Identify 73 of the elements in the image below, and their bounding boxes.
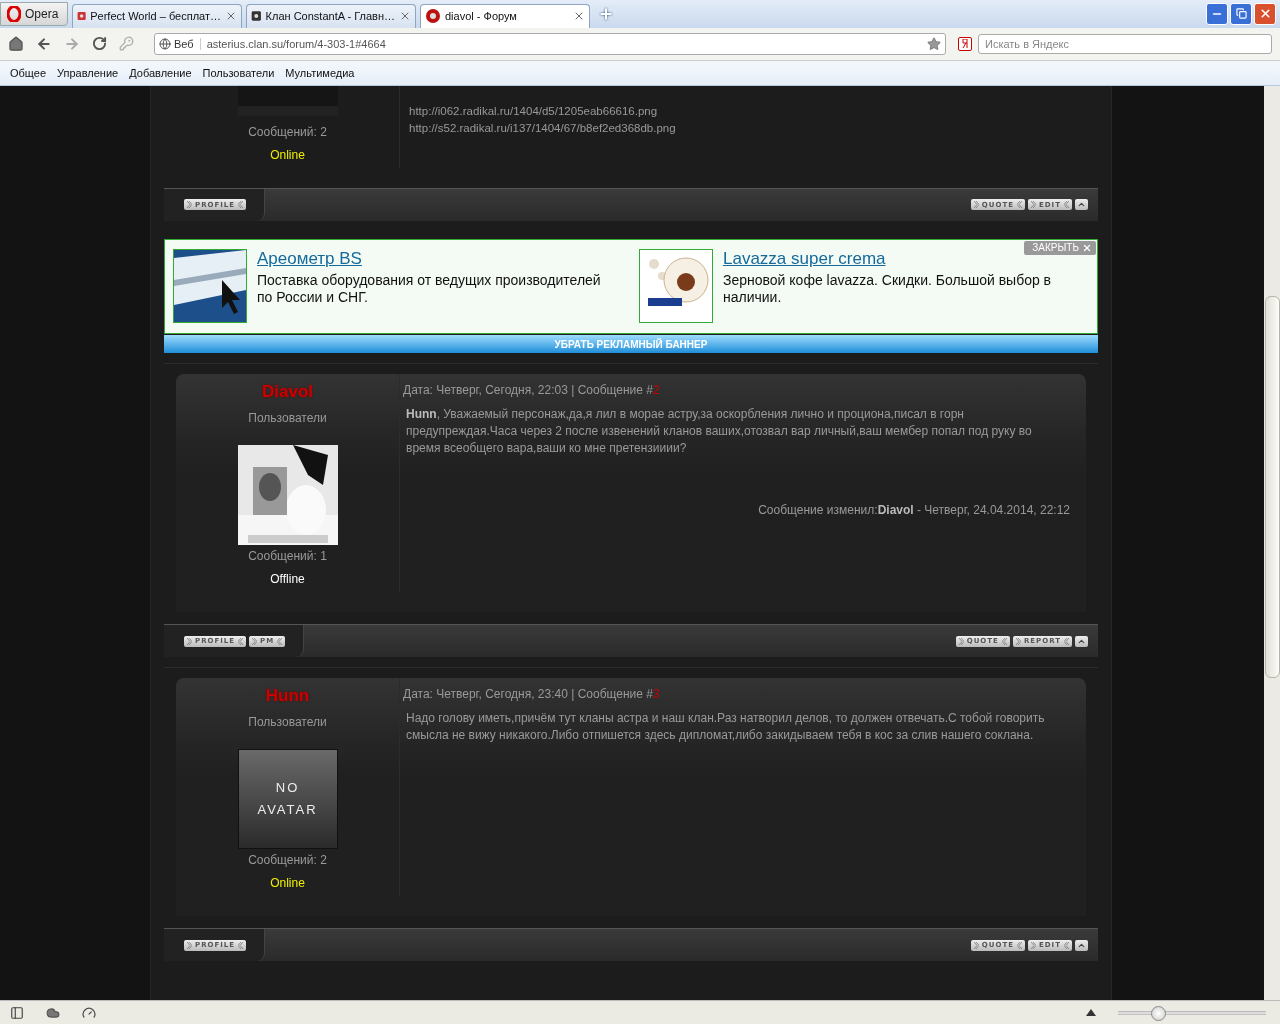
message-count: Сообщений: 2 xyxy=(248,853,327,868)
no-avatar-label: NO AVATAR xyxy=(256,779,319,820)
close-icon xyxy=(1082,242,1092,253)
scroll-top-button[interactable] xyxy=(1075,635,1088,647)
chevrons-left-icon xyxy=(1064,637,1069,645)
chevrons-right-icon xyxy=(973,201,979,209)
chevrons-right-icon xyxy=(187,201,192,209)
address-field[interactable]: Веб asterius.clan.su/forum/4-303-1#4664 xyxy=(154,32,946,55)
restore-icon[interactable] xyxy=(1230,3,1252,25)
chevrons-left-icon xyxy=(277,637,283,645)
panel-icon[interactable] xyxy=(10,1005,24,1020)
image-link[interactable]: http://s52.radikal.ru/i137/1404/67/b8ef2ed368db.png xyxy=(409,119,1086,137)
post-date: Дата: Четверг, Сегодня, 22:03 | Сообщение #2 xyxy=(403,383,661,398)
search-field[interactable]: Искать в Яндекс xyxy=(978,33,1272,54)
message-count: Сообщений: 1 xyxy=(248,549,327,564)
search-engine-icon[interactable] xyxy=(958,36,972,51)
chevrons-left-icon xyxy=(238,201,244,209)
edit-note: Сообщение изменил:Diavol - Четверг, 24.04.2014, 22:12 xyxy=(758,503,1070,518)
chevrons-left-icon xyxy=(238,637,244,645)
menu-item[interactable]: Пользователи xyxy=(202,66,275,79)
scroll-top-button[interactable] xyxy=(1075,199,1088,211)
home-icon[interactable] xyxy=(8,35,24,52)
chevrons-left-icon xyxy=(238,941,244,949)
site-info-badge[interactable]: Веб xyxy=(159,37,201,50)
post-text: Hunn, Уважаемый персонаж,да,я лил в морае астру,за оскорбления лично и проциона,писал в горн предупреждая.Часа через 2 после извенений кланов ваших,отозвал вар личный,ваш мембер попал под руку во время всеобщего вара,ваши ко мне претензииии? xyxy=(406,406,1033,458)
url-text: asterius.clan.su/forum/4-303-1#4664 xyxy=(206,37,387,50)
user-group: Пользователи xyxy=(248,411,327,426)
scroll-top-button[interactable] xyxy=(1075,939,1088,951)
opera-menu-button[interactable]: Opera xyxy=(0,1,68,26)
reload-icon[interactable] xyxy=(92,36,107,52)
chevrons-right-icon xyxy=(252,637,258,645)
online-status: Online xyxy=(270,876,305,891)
browser-tab[interactable]: Клан ConstantA - Главн… xyxy=(246,3,416,28)
post-text: Надо голову иметь,причём тут кланы астра и наш клан.Раз натворил делов, то должен отвечать.С тобой говорить смысла не вижу никакого.Либо отпишется здесь дипломат,либо закидываем тебя в кос за слив нашего соклана. xyxy=(406,710,1046,745)
cloud-icon[interactable] xyxy=(46,1005,60,1020)
chevrons-left-icon xyxy=(1017,941,1022,949)
chevrons-right-icon xyxy=(973,941,979,949)
ad-description: Зерновой кофе lavazza. Скидки. Большой выбор в наличии. xyxy=(723,271,1053,306)
chevrons-right-icon xyxy=(958,637,964,645)
menu-item[interactable]: Мультимедиа xyxy=(285,66,355,79)
back-icon[interactable] xyxy=(36,35,52,52)
chevrons-left-icon xyxy=(1064,201,1069,209)
menu-item[interactable]: Добавление xyxy=(129,66,192,79)
chevrons-left-icon xyxy=(1017,201,1022,209)
star-icon[interactable] xyxy=(927,36,941,51)
chevrons-right-icon xyxy=(187,637,192,645)
minimize-icon[interactable] xyxy=(1206,3,1228,25)
opera-logo-icon xyxy=(7,5,21,22)
new-tab-icon[interactable] xyxy=(598,6,614,22)
ad-description: Поставка оборудования от ведущих производителей по России и СНГ. xyxy=(257,271,601,306)
browser-tab[interactable]: Perfect World – бесплат… xyxy=(72,3,242,28)
image-link[interactable]: http://i062.radikal.ru/1404/d5/1205eab66616.png xyxy=(409,102,1086,120)
browser-tab[interactable]: diavol - Форум xyxy=(420,3,590,28)
menu-item[interactable]: Управление xyxy=(57,66,119,79)
user-group: Пользователи xyxy=(248,715,327,730)
chevrons-left-icon xyxy=(1064,941,1069,949)
online-status: Online xyxy=(270,147,305,162)
speedometer-icon[interactable] xyxy=(82,1005,96,1020)
chevrons-right-icon xyxy=(187,941,192,949)
chevrons-left-icon xyxy=(1001,637,1007,645)
message-count: Сообщений: 2 xyxy=(248,124,327,139)
close-icon[interactable] xyxy=(1254,3,1276,25)
zoom-slider-handle[interactable] xyxy=(1150,1005,1166,1021)
ad-title-link[interactable]: Ареометр BS xyxy=(257,248,601,269)
online-status: Offline xyxy=(270,572,305,587)
up-arrow-icon[interactable] xyxy=(1086,1009,1096,1016)
post-date: Дата: Четверг, Сегодня, 23:40 | Сообщение #3 xyxy=(403,687,661,702)
site-icon xyxy=(425,8,441,25)
menu-item[interactable]: Общее xyxy=(10,66,47,79)
chevrons-right-icon xyxy=(1015,637,1021,645)
chevrons-right-icon xyxy=(1031,941,1036,949)
chevrons-right-icon xyxy=(1031,201,1036,209)
scrollbar[interactable] xyxy=(1264,85,1280,1000)
